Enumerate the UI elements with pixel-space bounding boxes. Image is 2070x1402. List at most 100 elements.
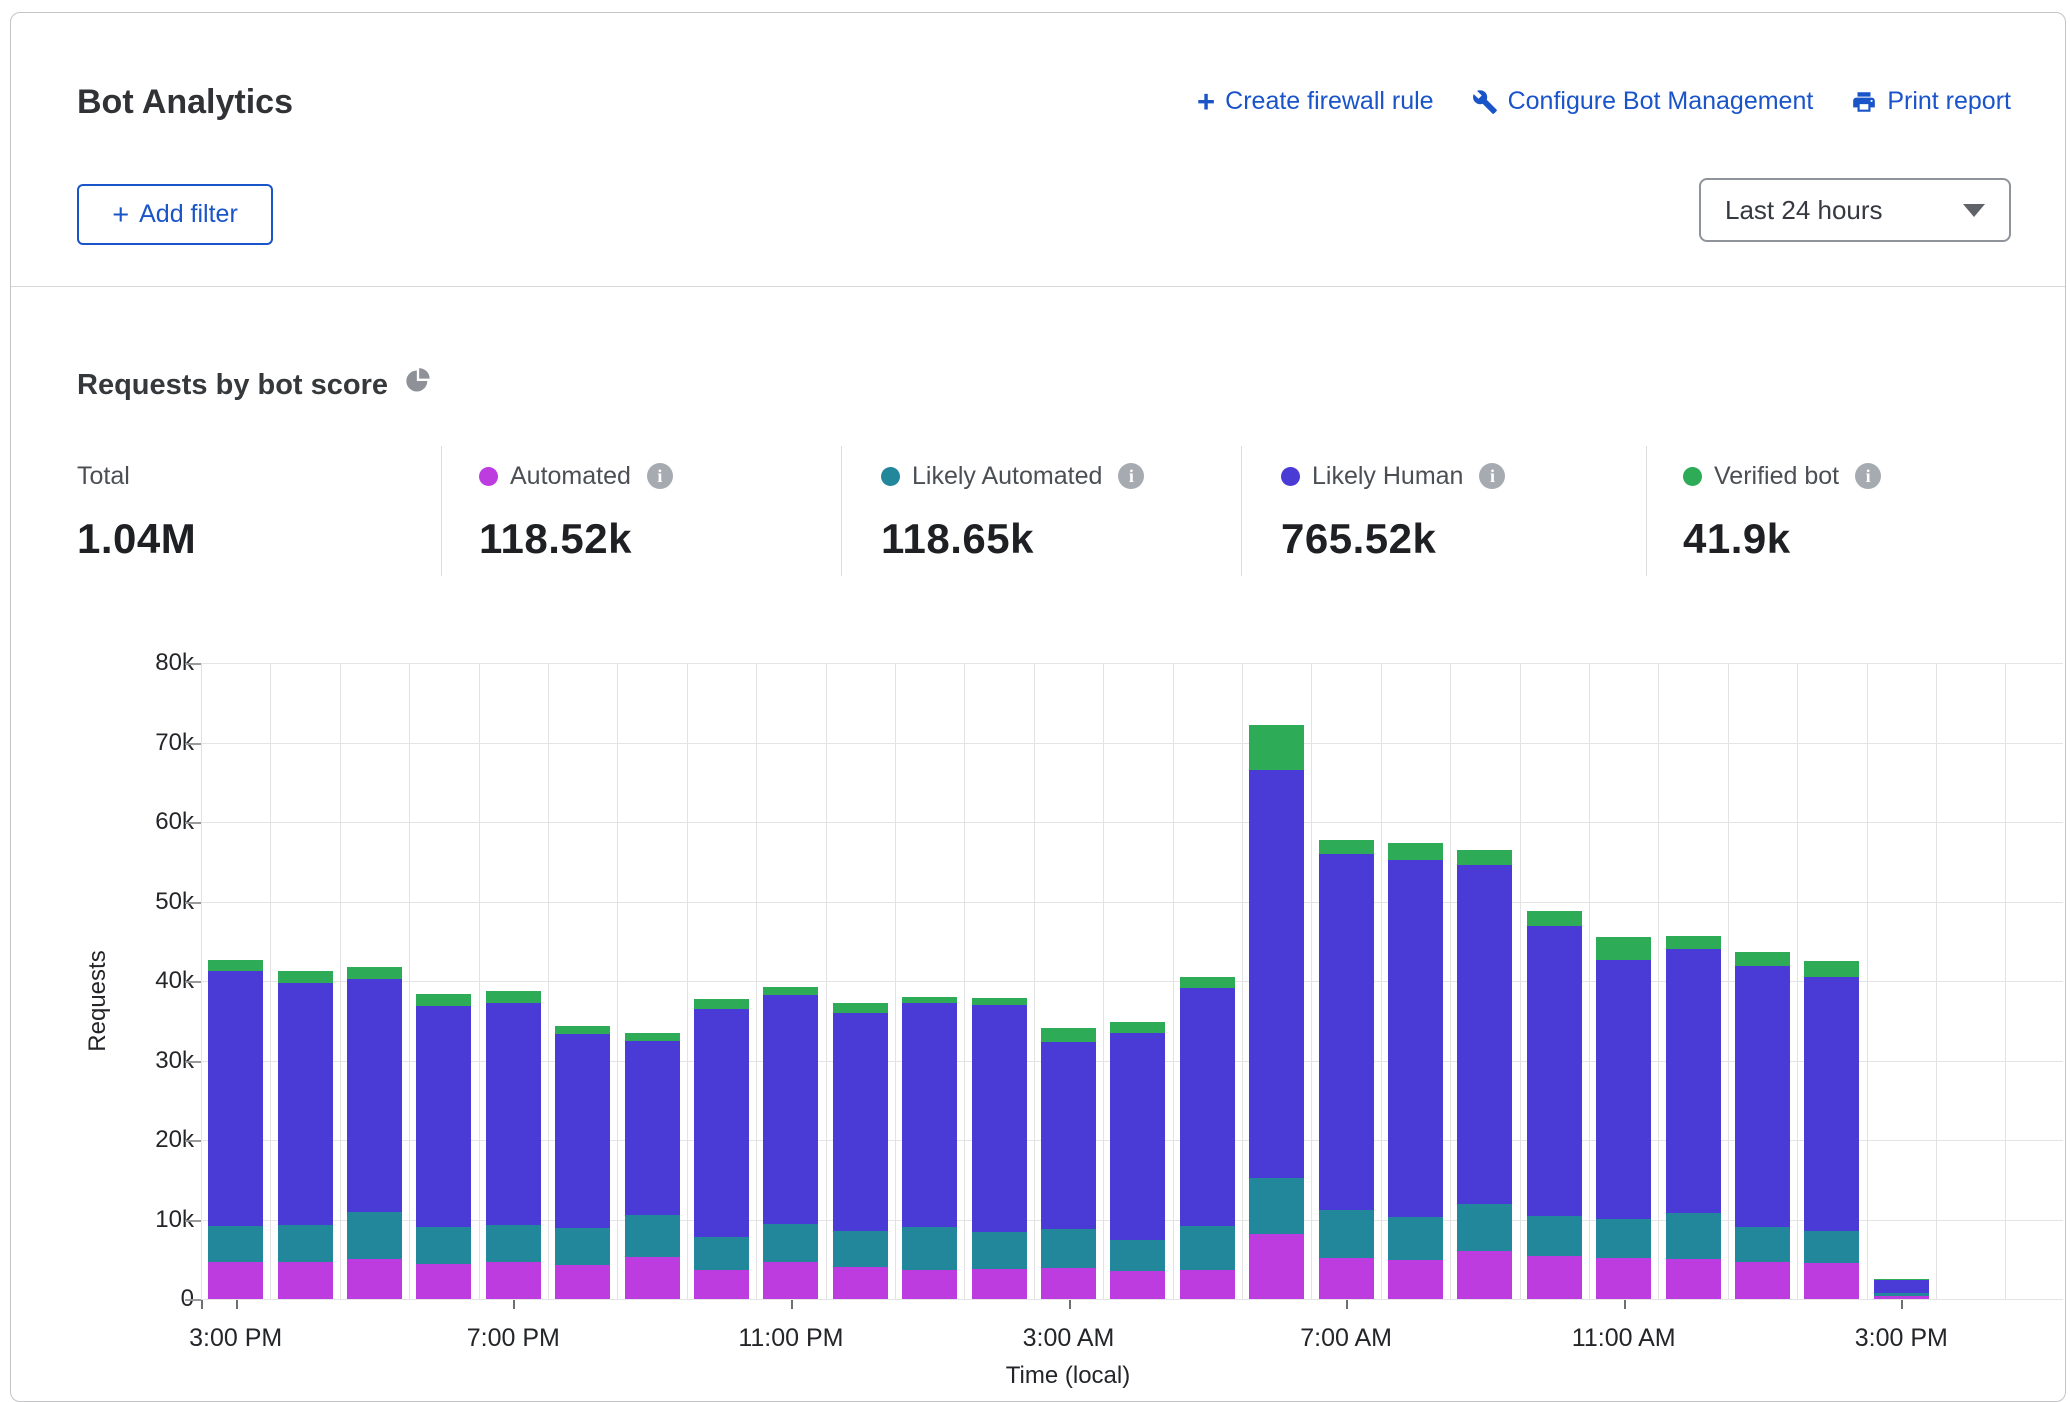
y-tick-label: 0 — [124, 1285, 194, 1313]
bar-segment-likely-automated — [486, 1225, 541, 1262]
stat-total-value: 1.04M — [77, 515, 437, 563]
bar-segment-verified-bot — [208, 960, 263, 971]
bar-12-00-pm[interactable] — [1666, 936, 1721, 1299]
bar-9-00-pm[interactable] — [625, 1033, 680, 1299]
bar-segment-automated — [1804, 1263, 1859, 1299]
bar-segment-likely-human — [555, 1034, 610, 1228]
info-icon[interactable]: i — [1479, 463, 1505, 489]
bar-4-00-am[interactable] — [1110, 1022, 1165, 1299]
bar-4-00-pm[interactable] — [278, 971, 333, 1299]
bar-7-00-am[interactable] — [1319, 840, 1374, 1300]
y-tick-label: 20k — [124, 1126, 194, 1154]
bar-2-00-am[interactable] — [972, 998, 1027, 1299]
bar-segment-automated — [972, 1269, 1027, 1299]
bar-segment-automated — [1319, 1258, 1374, 1299]
bar-segment-verified-bot — [1457, 850, 1512, 865]
time-range-select[interactable]: Last 24 hours — [1699, 178, 2011, 242]
bar-6-00-pm[interactable] — [416, 994, 471, 1299]
bar-1-00-pm[interactable] — [1735, 952, 1790, 1299]
bar-8-00-pm[interactable] — [555, 1026, 610, 1299]
bar-segment-verified-bot — [1180, 977, 1235, 988]
bar-segment-verified-bot — [1874, 1279, 1929, 1280]
bar-11-00-pm[interactable] — [763, 987, 818, 1299]
bar-segment-automated — [1735, 1262, 1790, 1299]
info-icon[interactable]: i — [1855, 463, 1881, 489]
bar-segment-likely-human — [763, 995, 818, 1224]
chevron-down-icon — [1963, 204, 1985, 217]
bar-segment-verified-bot — [555, 1026, 610, 1035]
bar-segment-likely-automated — [1666, 1213, 1721, 1259]
verified-bot-legend-dot — [1683, 467, 1702, 486]
horizontal-gridline — [201, 822, 2063, 823]
stat-likely-human-label: Likely Human — [1312, 462, 1463, 491]
y-tick — [185, 1220, 201, 1222]
horizontal-gridline — [201, 663, 2063, 664]
bar-10-00-pm[interactable] — [694, 999, 749, 1299]
configure-bot-management-link[interactable]: Configure Bot Management — [1472, 87, 1814, 116]
bar-segment-likely-automated — [1041, 1229, 1096, 1268]
y-tick — [185, 1299, 201, 1301]
bar-segment-likely-human — [1249, 770, 1304, 1178]
bar-segment-likely-human — [347, 979, 402, 1211]
bar-2-00-pm[interactable] — [1804, 961, 1859, 1299]
stat-divider — [441, 446, 442, 576]
bar-8-00-am[interactable] — [1388, 843, 1443, 1299]
x-tick-label: 7:00 PM — [433, 1324, 593, 1353]
bar-segment-automated — [833, 1267, 888, 1299]
bar-segment-automated — [347, 1259, 402, 1299]
horizontal-gridline — [201, 1299, 2063, 1300]
bar-segment-verified-bot — [833, 1003, 888, 1013]
info-icon[interactable]: i — [647, 463, 673, 489]
bar-segment-likely-automated — [1457, 1204, 1512, 1251]
bar-9-00-am[interactable] — [1457, 850, 1512, 1299]
plus-icon: + — [112, 203, 129, 227]
print-report-link[interactable]: Print report — [1851, 87, 2011, 116]
bar-10-00-am[interactable] — [1527, 911, 1582, 1299]
bar-segment-likely-human — [1527, 926, 1582, 1215]
bar-segment-verified-bot — [1804, 961, 1859, 977]
bar-segment-likely-automated — [416, 1227, 471, 1264]
bar-segment-automated — [763, 1262, 818, 1299]
bar-5-00-am[interactable] — [1180, 977, 1235, 1299]
y-tick-label: 50k — [124, 888, 194, 916]
chart-plot — [201, 663, 2063, 1299]
bar-segment-automated — [1596, 1258, 1651, 1299]
x-tick-label: 7:00 AM — [1266, 1324, 1426, 1353]
stat-automated-label: Automated — [510, 462, 631, 491]
bar-7-00-pm[interactable] — [486, 991, 541, 1299]
bar-segment-automated — [1041, 1268, 1096, 1299]
y-tick-label: 80k — [124, 649, 194, 677]
stat-automated: Automated i 118.52k — [479, 461, 839, 563]
bar-segment-automated — [208, 1262, 263, 1299]
bar-3-00-pm[interactable] — [208, 960, 263, 1299]
bar-3-00-am[interactable] — [1041, 1028, 1096, 1299]
bar-segment-likely-automated — [1596, 1219, 1651, 1259]
create-firewall-rule-link[interactable]: + Create firewall rule — [1197, 87, 1434, 116]
bar-segment-verified-bot — [486, 991, 541, 1003]
y-tick — [185, 1061, 201, 1063]
bar-1-00-am[interactable] — [902, 997, 957, 1299]
bar-segment-likely-human — [1804, 977, 1859, 1231]
bar-6-00-am[interactable] — [1249, 725, 1304, 1299]
bar-segment-likely-automated — [1874, 1293, 1929, 1295]
bar-segment-likely-automated — [1110, 1240, 1165, 1271]
stat-total: Total 1.04M — [77, 461, 437, 563]
bar-12-00-am[interactable] — [833, 1003, 888, 1299]
bar-5-00-pm[interactable] — [347, 967, 402, 1299]
stat-divider — [1646, 446, 1647, 576]
bar-segment-likely-automated — [694, 1237, 749, 1270]
bar-segment-likely-automated — [1319, 1210, 1374, 1258]
add-filter-button[interactable]: + Add filter — [77, 184, 273, 245]
bar-11-00-am[interactable] — [1596, 937, 1651, 1299]
bar-segment-automated — [1666, 1259, 1721, 1299]
bar-segment-likely-automated — [1527, 1216, 1582, 1257]
bar-segment-likely-human — [972, 1005, 1027, 1232]
bar-segment-automated — [278, 1262, 333, 1299]
create-firewall-rule-label: Create firewall rule — [1225, 87, 1433, 116]
bar-3-00-pm[interactable] — [1874, 1279, 1929, 1299]
bar-segment-likely-automated — [833, 1231, 888, 1267]
info-icon[interactable]: i — [1118, 463, 1144, 489]
bar-segment-verified-bot — [1666, 936, 1721, 950]
stat-likely-automated: Likely Automated i 118.65k — [881, 461, 1241, 563]
likely-automated-legend-dot — [881, 467, 900, 486]
